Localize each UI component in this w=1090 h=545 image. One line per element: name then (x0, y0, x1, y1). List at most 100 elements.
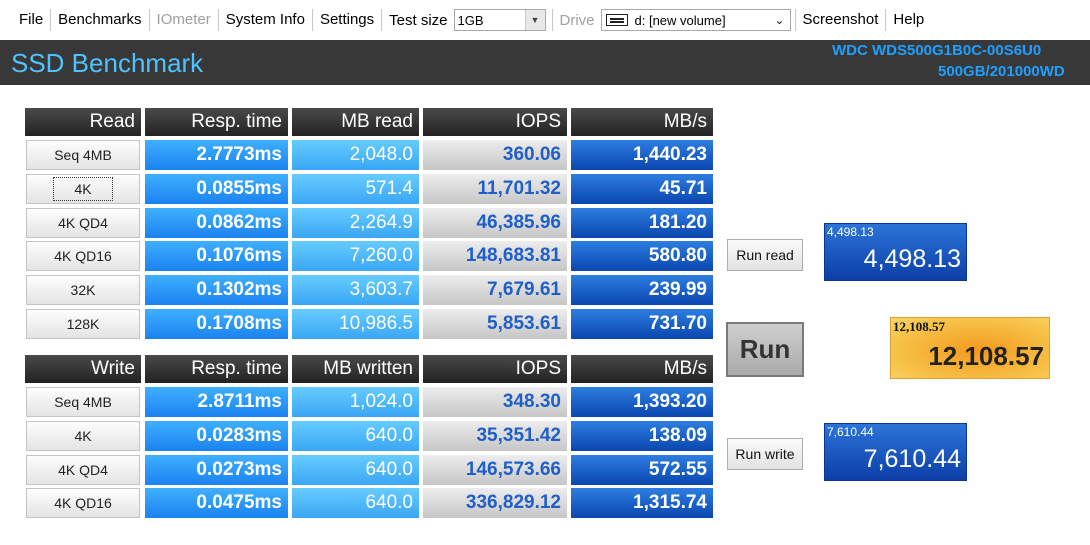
write-test-label: Seq 4MB (54, 394, 112, 410)
write-test-label: 4K (74, 427, 92, 444)
read-col-header: Resp. time (145, 108, 288, 136)
read-iops-value: 360.06 (423, 140, 567, 170)
read-test-button[interactable]: 32K (26, 275, 140, 306)
read-mbs-value: 181.20 (571, 207, 713, 238)
read-test-label: 4K (53, 176, 113, 201)
read-test-label: 128K (66, 316, 100, 332)
dropdown-arrow-icon[interactable]: ▼ (524, 10, 545, 30)
read-resp-value: 0.1708ms (145, 309, 288, 339)
drive-select[interactable]: d: [new volume] ⌄ (600, 9, 791, 31)
menu-system-info[interactable]: System Info (219, 9, 312, 31)
write-test-button[interactable]: Seq 4MB (26, 387, 140, 417)
read-resp-value: 0.0862ms (145, 207, 288, 238)
write-mb-value: 640.0 (292, 488, 419, 519)
read-col-header: MB read (292, 108, 419, 136)
read-mb-value: 7,260.0 (292, 241, 419, 272)
read-resp-value: 0.1076ms (145, 241, 288, 272)
read-mbs-value: 1,440.23 (571, 140, 713, 170)
chevron-down-icon[interactable]: ⌄ (769, 10, 790, 30)
read-iops-value: 46,385.96 (423, 207, 567, 238)
write-test-button[interactable]: 4K QD16 (26, 488, 140, 519)
write-score-small: 7,610.44 (827, 425, 874, 439)
write-score-box: 7,610.44 7,610.44 (824, 423, 967, 481)
write-iops-value: 348.30 (423, 387, 567, 417)
read-test-button[interactable]: Seq 4MB (26, 140, 140, 170)
drive-label: Drive (559, 11, 595, 29)
run-read-button[interactable]: Run read (727, 239, 803, 271)
write-iops-value: 336,829.12 (423, 488, 567, 519)
write-col-header: IOPS (423, 355, 567, 383)
write-resp-value: 0.0475ms (145, 488, 288, 519)
app-title: SSD Benchmark (11, 48, 204, 78)
write-resp-value: 2.8711ms (145, 387, 288, 417)
write-resp-value: 0.0273ms (145, 454, 288, 485)
read-test-label: 4K QD4 (58, 214, 108, 231)
write-iops-value: 146,573.66 (423, 454, 567, 485)
read-mbs-value: 731.70 (571, 309, 713, 339)
write-iops-value: 35,351.42 (423, 420, 567, 451)
write-mbs-value: 1,393.20 (571, 387, 713, 417)
read-score-box: 4,498.13 4,498.13 (824, 223, 967, 281)
read-score-small: 4,498.13 (827, 225, 874, 239)
read-test-button[interactable]: 4K QD16 (26, 241, 140, 272)
read-col-header: IOPS (423, 108, 567, 136)
write-test-label: 4K QD4 (58, 461, 108, 478)
read-mbs-value: 580.80 (571, 241, 713, 272)
write-mb-value: 640.0 (292, 420, 419, 451)
write-test-button[interactable]: 4K (26, 420, 140, 451)
read-test-label: 32K (70, 282, 96, 299)
menu-bar: File Benchmarks IOmeter System Info Sett… (0, 0, 1090, 40)
total-score-small: 12,108.57 (893, 319, 945, 334)
read-test-label: 4K QD16 (54, 248, 112, 265)
write-mb-value: 640.0 (292, 454, 419, 485)
read-mb-value: 571.4 (292, 173, 419, 204)
read-col-header: Read (25, 108, 141, 136)
read-iops-value: 7,679.61 (423, 275, 567, 306)
read-test-button[interactable]: 128K (26, 309, 140, 339)
read-iops-value: 5,853.61 (423, 309, 567, 339)
read-mb-value: 3,603.7 (292, 275, 419, 306)
test-size-select[interactable]: 1GB ▼ (453, 9, 546, 31)
read-test-label: Seq 4MB (54, 147, 112, 163)
read-resp-value: 0.0855ms (145, 173, 288, 204)
read-test-button[interactable]: 4K QD4 (26, 207, 140, 238)
read-resp-value: 0.1302ms (145, 275, 288, 306)
write-mb-value: 1,024.0 (292, 387, 419, 417)
read-mbs-value: 45.71 (571, 173, 713, 204)
read-score-value: 4,498.13 (863, 245, 961, 273)
drive-model: WDC WDS500G1B0C-00S6U0 (832, 42, 1042, 59)
read-iops-value: 11,701.32 (423, 173, 567, 204)
app-window: File Benchmarks IOmeter System Info Sett… (0, 0, 1090, 545)
write-col-header: Resp. time (145, 355, 288, 383)
read-mbs-value: 239.99 (571, 275, 713, 306)
write-mbs-value: 138.09 (571, 420, 713, 451)
write-resp-value: 0.0283ms (145, 420, 288, 451)
write-test-label: 4K QD16 (54, 495, 112, 512)
drive-icon (605, 14, 628, 26)
read-resp-value: 2.7773ms (145, 140, 288, 170)
total-score-value: 12,108.57 (928, 341, 1044, 371)
run-write-button[interactable]: Run write (727, 438, 803, 470)
test-size-value: 1GB (457, 12, 484, 28)
test-size-label: Test size (389, 11, 448, 29)
write-mbs-value: 1,315.74 (571, 488, 713, 519)
run-button[interactable]: Run (726, 322, 804, 377)
read-col-header: MB/s (571, 108, 713, 136)
menu-iometer: IOmeter (156, 11, 211, 28)
menu-screenshot[interactable]: Screenshot (796, 9, 886, 31)
menu-settings[interactable]: Settings (313, 9, 381, 31)
menu-benchmarks[interactable]: Benchmarks (51, 9, 148, 31)
read-mb-value: 2,048.0 (292, 140, 419, 170)
title-bar: SSD Benchmark WDC WDS500G1B0C-00S6U0 500… (0, 40, 1090, 85)
read-iops-value: 148,683.81 (423, 241, 567, 272)
drive-size: 500GB/201000WD (938, 63, 1065, 80)
write-score-value: 7,610.44 (863, 445, 961, 473)
menu-file[interactable]: File (12, 9, 50, 31)
menu-help[interactable]: Help (886, 9, 931, 31)
read-test-button[interactable]: 4K (26, 173, 140, 204)
drive-value: d: [new volume] (634, 12, 726, 28)
total-score-box: 12,108.57 12,108.57 (890, 317, 1050, 379)
write-col-header: MB/s (571, 355, 713, 383)
write-col-header: MB written (292, 355, 419, 383)
write-test-button[interactable]: 4K QD4 (26, 454, 140, 485)
